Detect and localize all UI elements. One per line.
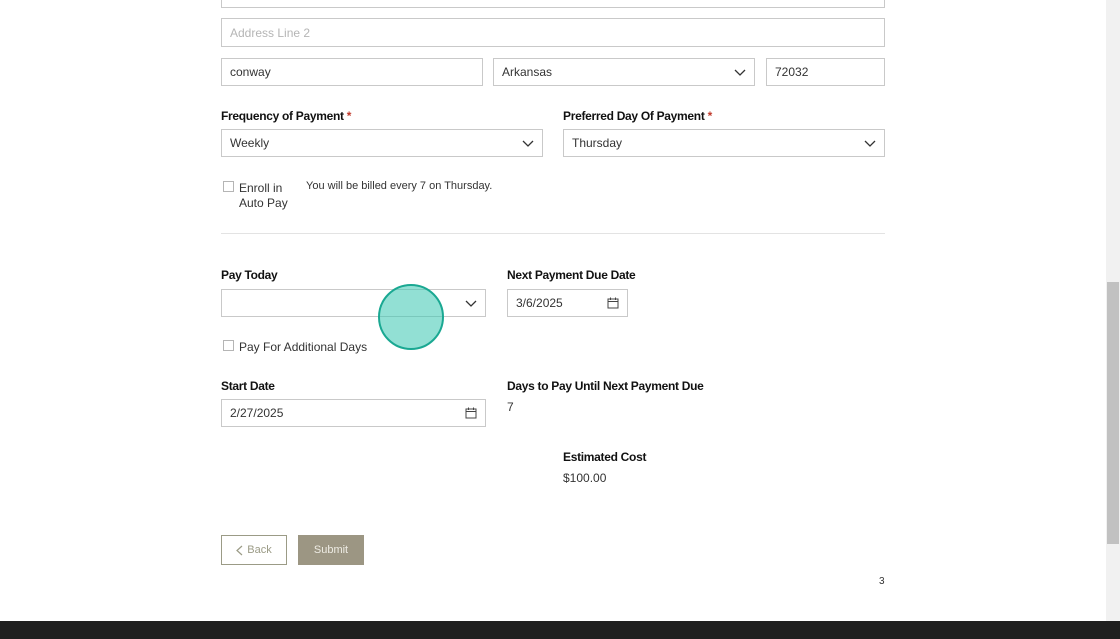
preferred-day-label: Preferred Day Of Payment * (563, 109, 712, 123)
additional-days-label: Pay For Additional Days (239, 340, 368, 354)
state-value: Arkansas (502, 65, 553, 79)
additional-days-checkbox[interactable] (223, 340, 234, 351)
start-date-value: 2/27/2025 (230, 406, 284, 420)
chevron-left-icon (236, 545, 243, 555)
chevron-down-icon (465, 300, 477, 307)
estimated-cost-value: $100.00 (563, 471, 607, 485)
back-button[interactable]: Back (221, 535, 287, 565)
city-value: conway (230, 65, 271, 79)
autopay-label-line1: Enroll in (239, 181, 283, 195)
frequency-value: Weekly (230, 136, 270, 150)
calendar-icon[interactable] (465, 407, 477, 419)
autopay-checkbox[interactable] (223, 181, 234, 192)
days-to-pay-value: 7 (507, 400, 514, 414)
back-label: Back (247, 544, 272, 556)
autopay-label-line2: Auto Pay (239, 196, 288, 210)
required-mark: * (707, 109, 713, 123)
preferred-day-select[interactable]: Thursday (563, 129, 885, 157)
billing-note: You will be billed every 7 on Thursday. (306, 180, 493, 192)
section-divider (221, 233, 885, 234)
page-footer (0, 621, 1120, 639)
calendar-icon[interactable] (607, 297, 619, 309)
preferred-day-value: Thursday (572, 136, 623, 150)
scrollbar-thumb[interactable] (1107, 282, 1119, 544)
address-line1-input[interactable] (221, 0, 885, 8)
pay-today-label: Pay Today (221, 268, 278, 282)
frequency-label: Frequency of Payment * (221, 109, 352, 123)
zip-value: 72032 (775, 65, 809, 79)
next-due-label: Next Payment Due Date (507, 268, 636, 282)
next-due-date-input[interactable]: 3/6/2025 (507, 289, 628, 317)
required-mark: * (346, 109, 352, 123)
next-due-value: 3/6/2025 (516, 296, 563, 310)
pay-today-select[interactable] (221, 289, 486, 317)
chevron-down-icon (864, 140, 876, 147)
city-input[interactable]: conway (221, 58, 483, 86)
address-line2-placeholder: Address Line 2 (230, 25, 311, 40)
frequency-select[interactable]: Weekly (221, 129, 543, 157)
chevron-down-icon (734, 69, 746, 76)
submit-label: Submit (313, 544, 349, 556)
click-indicator (378, 284, 444, 350)
start-date-label: Start Date (221, 379, 275, 393)
state-select[interactable]: Arkansas (493, 58, 755, 86)
estimated-cost-label: Estimated Cost (563, 450, 647, 464)
submit-button[interactable]: Submit (298, 535, 364, 565)
days-to-pay-label: Days to Pay Until Next Payment Due (507, 379, 704, 393)
zip-input[interactable]: 72032 (766, 58, 885, 86)
start-date-input[interactable]: 2/27/2025 (221, 399, 486, 427)
chevron-down-icon (522, 140, 534, 147)
page-number: 3 (879, 576, 885, 587)
address-line2-input[interactable]: Address Line 2 (221, 18, 885, 47)
